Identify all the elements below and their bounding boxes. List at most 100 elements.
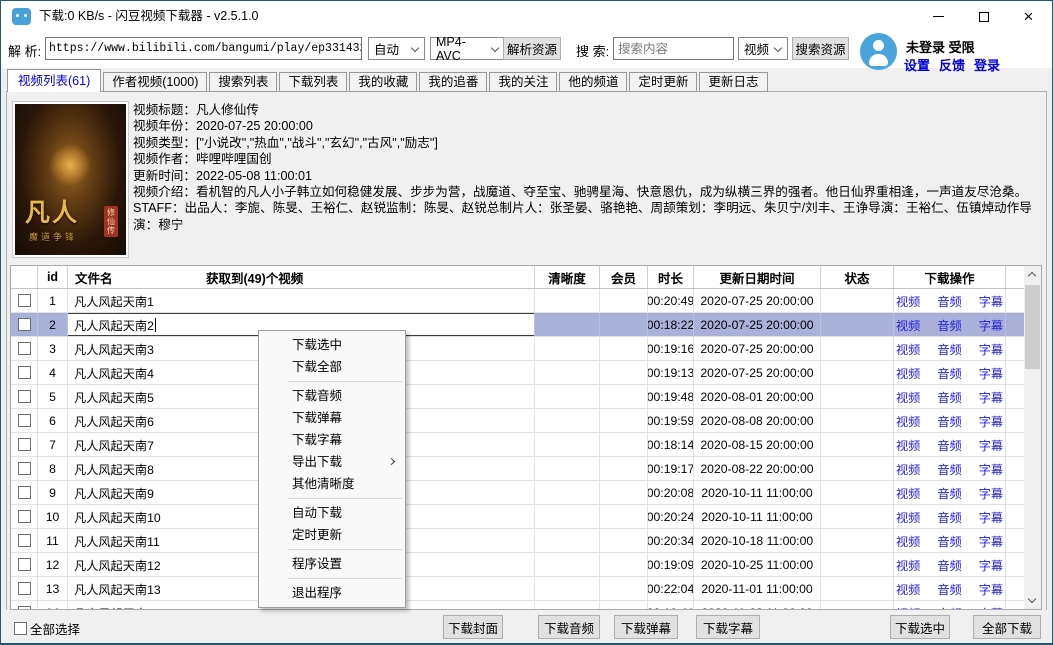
select-all-checkbox[interactable] bbox=[14, 622, 27, 635]
download-video-link[interactable]: 视频 bbox=[896, 292, 920, 310]
vertical-scrollbar[interactable] bbox=[1024, 266, 1041, 609]
table-row[interactable]: 6凡人风起天南600:19:592020-08-08 20:00:00视频音频字… bbox=[11, 409, 1041, 433]
download-video-link[interactable]: 视频 bbox=[896, 436, 920, 454]
download-audio-link[interactable]: 音频 bbox=[937, 364, 961, 382]
download-audio-button[interactable]: 下载音频 bbox=[538, 615, 600, 639]
download-subtitle-link[interactable]: 字幕 bbox=[979, 532, 1003, 550]
download-subtitle-link[interactable]: 字幕 bbox=[979, 436, 1003, 454]
table-row[interactable]: 12凡人风起天南1200:19:092020-10-25 11:00:00视频音… bbox=[11, 553, 1041, 577]
download-video-link[interactable]: 视频 bbox=[896, 580, 920, 598]
row-checkbox[interactable] bbox=[18, 558, 31, 571]
mode-dropdown[interactable]: 自动 bbox=[368, 37, 425, 60]
download-audio-link[interactable]: 音频 bbox=[937, 460, 961, 478]
scroll-down-button[interactable] bbox=[1024, 592, 1041, 609]
download-subtitle-link[interactable]: 字幕 bbox=[979, 292, 1003, 310]
tab-他的频道[interactable]: 他的频道 bbox=[559, 72, 627, 92]
download-video-link[interactable]: 视频 bbox=[896, 460, 920, 478]
download-audio-link[interactable]: 音频 bbox=[937, 436, 961, 454]
table-row[interactable]: 7凡人风起天南700:18:142020-08-15 20:00:00视频音频字… bbox=[11, 433, 1041, 457]
row-checkbox[interactable] bbox=[18, 462, 31, 475]
row-checkbox[interactable] bbox=[18, 438, 31, 451]
user-avatar-icon[interactable] bbox=[860, 33, 897, 70]
parse-button[interactable]: 解析资源 bbox=[503, 37, 561, 60]
menu-item-退出程序[interactable]: 退出程序 bbox=[259, 582, 405, 604]
tab-更新日志[interactable]: 更新日志 bbox=[699, 72, 767, 92]
download-cover-button[interactable]: 下载封面 bbox=[443, 615, 503, 639]
menu-item-下载全部[interactable]: 下载全部 bbox=[259, 356, 405, 378]
download-video-link[interactable]: 视频 bbox=[896, 340, 920, 358]
download-audio-link[interactable]: 音频 bbox=[937, 580, 961, 598]
menu-item-程序设置[interactable]: 程序设置 bbox=[259, 553, 405, 575]
row-checkbox[interactable] bbox=[18, 390, 31, 403]
row-filename[interactable]: 凡人风起天南1 bbox=[68, 289, 535, 312]
table-row[interactable]: 4凡人风起天南400:19:132020-07-25 20:00:00视频音频字… bbox=[11, 361, 1041, 385]
download-audio-link[interactable]: 音频 bbox=[937, 508, 961, 526]
row-checkbox[interactable] bbox=[18, 486, 31, 499]
tab-我的关注[interactable]: 我的关注 bbox=[489, 72, 557, 92]
download-audio-link[interactable]: 音频 bbox=[937, 388, 961, 406]
tab-作者视频(1000)[interactable]: 作者视频(1000) bbox=[103, 72, 207, 92]
table-row[interactable]: 3凡人风起天南300:19:162020-07-25 20:00:00视频音频字… bbox=[11, 337, 1041, 361]
download-audio-link[interactable]: 音频 bbox=[937, 292, 961, 310]
menu-item-下载字幕[interactable]: 下载字幕 bbox=[259, 429, 405, 451]
download-audio-link[interactable]: 音频 bbox=[937, 412, 961, 430]
download-subtitle-link[interactable]: 字幕 bbox=[979, 412, 1003, 430]
download-subtitle-link[interactable]: 字幕 bbox=[979, 460, 1003, 478]
tab-搜索列表[interactable]: 搜索列表 bbox=[209, 72, 277, 92]
download-video-link[interactable]: 视频 bbox=[896, 556, 920, 574]
url-input[interactable]: https://www.bilibili.com/bangumi/play/ep… bbox=[45, 37, 362, 60]
row-checkbox[interactable] bbox=[18, 342, 31, 355]
download-subtitle-link[interactable]: 字幕 bbox=[979, 484, 1003, 502]
row-checkbox[interactable] bbox=[18, 294, 31, 307]
tab-定时更新[interactable]: 定时更新 bbox=[629, 72, 697, 92]
download-video-link[interactable]: 视频 bbox=[896, 532, 920, 550]
select-all[interactable]: 全部选择 bbox=[14, 619, 80, 638]
feedback-link[interactable]: 反馈 bbox=[939, 55, 965, 74]
table-row[interactable]: 14凡人风起天南1400:19:412020-11-08 11:00:00视频音… bbox=[11, 601, 1041, 610]
search-type-dropdown[interactable]: 视频 bbox=[738, 37, 788, 60]
download-subtitle-link[interactable]: 字幕 bbox=[979, 580, 1003, 598]
search-input[interactable] bbox=[613, 37, 734, 60]
table-row[interactable]: 10凡人风起天南1000:20:242020-10-11 11:00:00视频音… bbox=[11, 505, 1041, 529]
download-subtitle-button[interactable]: 下载字幕 bbox=[696, 615, 760, 639]
table-row[interactable]: 1凡人风起天南100:20:492020-07-25 20:00:00视频音频字… bbox=[11, 289, 1041, 313]
table-row[interactable]: 11凡人风起天南1100:20:342020-10-18 11:00:00视频音… bbox=[11, 529, 1041, 553]
settings-link[interactable]: 设置 bbox=[904, 55, 930, 74]
row-checkbox[interactable] bbox=[18, 534, 31, 547]
download-subtitle-link[interactable]: 字幕 bbox=[979, 556, 1003, 574]
download-selected-button[interactable]: 下载选中 bbox=[890, 615, 950, 639]
menu-item-下载弹幕[interactable]: 下载弹幕 bbox=[259, 407, 405, 429]
download-subtitle-link[interactable]: 字幕 bbox=[979, 340, 1003, 358]
menu-item-定时更新[interactable]: 定时更新 bbox=[259, 524, 405, 546]
download-video-link[interactable]: 视频 bbox=[896, 484, 920, 502]
download-audio-link[interactable]: 音频 bbox=[937, 316, 961, 334]
download-danmaku-button[interactable]: 下载弹幕 bbox=[614, 615, 678, 639]
download-subtitle-link[interactable]: 字幕 bbox=[979, 316, 1003, 334]
scroll-up-button[interactable] bbox=[1024, 266, 1041, 283]
download-subtitle-link[interactable]: 字幕 bbox=[979, 508, 1003, 526]
download-video-link[interactable]: 视频 bbox=[896, 364, 920, 382]
row-checkbox[interactable] bbox=[18, 510, 31, 523]
tab-我的收藏[interactable]: 我的收藏 bbox=[349, 72, 417, 92]
download-audio-link[interactable]: 音频 bbox=[937, 340, 961, 358]
download-audio-link[interactable]: 音频 bbox=[937, 556, 961, 574]
row-checkbox[interactable] bbox=[18, 414, 31, 427]
download-all-button[interactable]: 全部下载 bbox=[973, 615, 1041, 639]
download-video-link[interactable]: 视频 bbox=[896, 316, 920, 334]
menu-item-下载选中[interactable]: 下载选中 bbox=[259, 334, 405, 356]
download-video-link[interactable]: 视频 bbox=[896, 412, 920, 430]
download-video-link[interactable]: 视频 bbox=[896, 508, 920, 526]
menu-item-导出下载[interactable]: 导出下载 bbox=[259, 451, 405, 473]
menu-item-其他清晰度[interactable]: 其他清晰度 bbox=[259, 473, 405, 495]
menu-item-自动下载[interactable]: 自动下载 bbox=[259, 502, 405, 524]
row-checkbox[interactable] bbox=[18, 366, 31, 379]
row-checkbox[interactable] bbox=[18, 318, 31, 331]
menu-item-下载音频[interactable]: 下载音频 bbox=[259, 385, 405, 407]
close-button[interactable]: × bbox=[1006, 0, 1051, 33]
table-row[interactable]: 8凡人风起天南800:19:172020-08-22 20:00:00视频音频字… bbox=[11, 457, 1041, 481]
row-checkbox[interactable] bbox=[18, 582, 31, 595]
login-link[interactable]: 登录 bbox=[974, 55, 1000, 74]
scrollbar-thumb[interactable] bbox=[1025, 285, 1040, 369]
format-dropdown[interactable]: MP4-AVC bbox=[430, 37, 505, 60]
download-audio-link[interactable]: 音频 bbox=[937, 532, 961, 550]
